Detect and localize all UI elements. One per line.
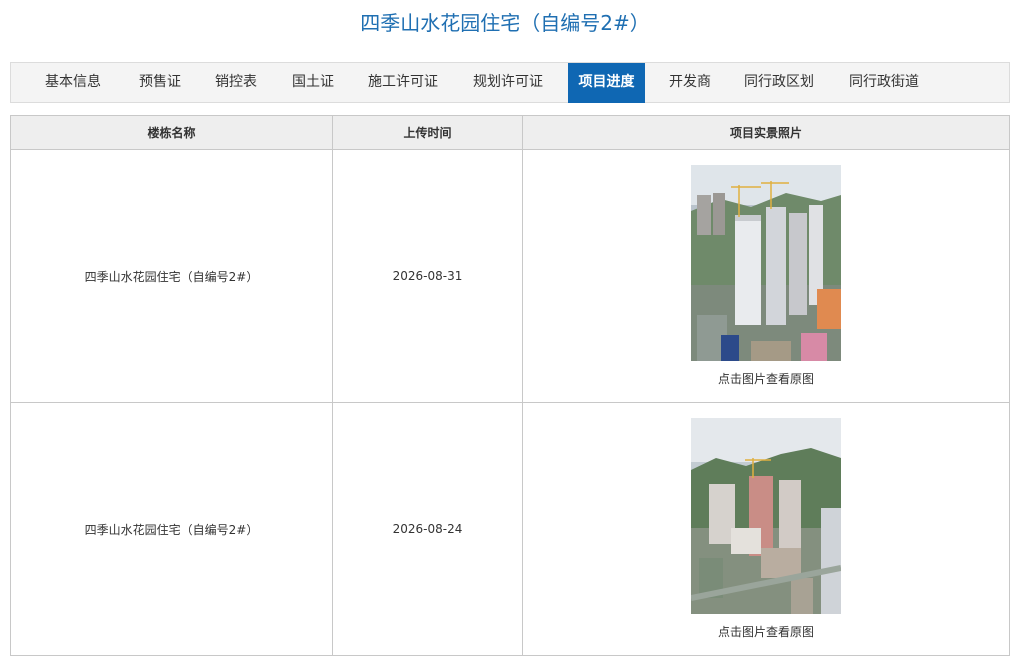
building-name-cell: 四季山水花园住宅（自编号2#）	[10, 149, 333, 403]
page-title: 四季山水花园住宅（自编号2#）	[360, 11, 650, 35]
upload-date-cell: 2026-08-24	[332, 402, 523, 656]
site-photo-image	[691, 165, 841, 361]
tab-developer[interactable]: 开发商	[658, 63, 722, 102]
column-header-building: 楼栋名称	[10, 115, 333, 150]
table-row: 四季山水花园住宅（自编号2#） 2026-08-24 点击图片查看原图	[10, 402, 1010, 656]
site-photo[interactable]	[691, 418, 841, 614]
tab-basic-info[interactable]: 基本信息	[33, 63, 113, 102]
upload-date-cell: 2026-08-31	[332, 149, 523, 403]
tab-same-district[interactable]: 同行政区划	[737, 63, 821, 102]
site-photo-image	[691, 418, 841, 614]
tab-planning-permit[interactable]: 规划许可证	[466, 63, 550, 102]
column-header-upload-time: 上传时间	[332, 115, 523, 150]
site-photo-cell: 点击图片查看原图	[522, 402, 1010, 656]
tab-same-street[interactable]: 同行政街道	[842, 63, 926, 102]
progress-table: 楼栋名称 上传时间 项目实景照片 四季山水花园住宅（自编号2#） 2026-08…	[10, 115, 1010, 656]
tab-land-certificate[interactable]: 国土证	[281, 63, 345, 102]
tab-presale-permit[interactable]: 预售证	[128, 63, 192, 102]
table-header-row: 楼栋名称 上传时间 项目实景照片	[10, 115, 1010, 150]
column-header-site-photo: 项目实景照片	[522, 115, 1010, 150]
view-original-photo-link[interactable]: 点击图片查看原图	[523, 370, 1009, 387]
tab-construction-permit[interactable]: 施工许可证	[361, 63, 445, 102]
tab-bar: 基本信息 预售证 销控表 国土证 施工许可证 规划许可证 项目进度 开发商 同行…	[10, 62, 1010, 103]
view-original-photo-link[interactable]: 点击图片查看原图	[523, 623, 1009, 640]
site-photo[interactable]	[691, 165, 841, 361]
table-row: 四季山水花园住宅（自编号2#） 2026-08-31 点击图片查看原图	[10, 149, 1010, 403]
building-name-cell: 四季山水花园住宅（自编号2#）	[10, 402, 333, 656]
site-photo-cell: 点击图片查看原图	[522, 149, 1010, 403]
tab-sales-control[interactable]: 销控表	[204, 63, 268, 102]
tab-project-progress[interactable]: 项目进度	[568, 63, 645, 103]
